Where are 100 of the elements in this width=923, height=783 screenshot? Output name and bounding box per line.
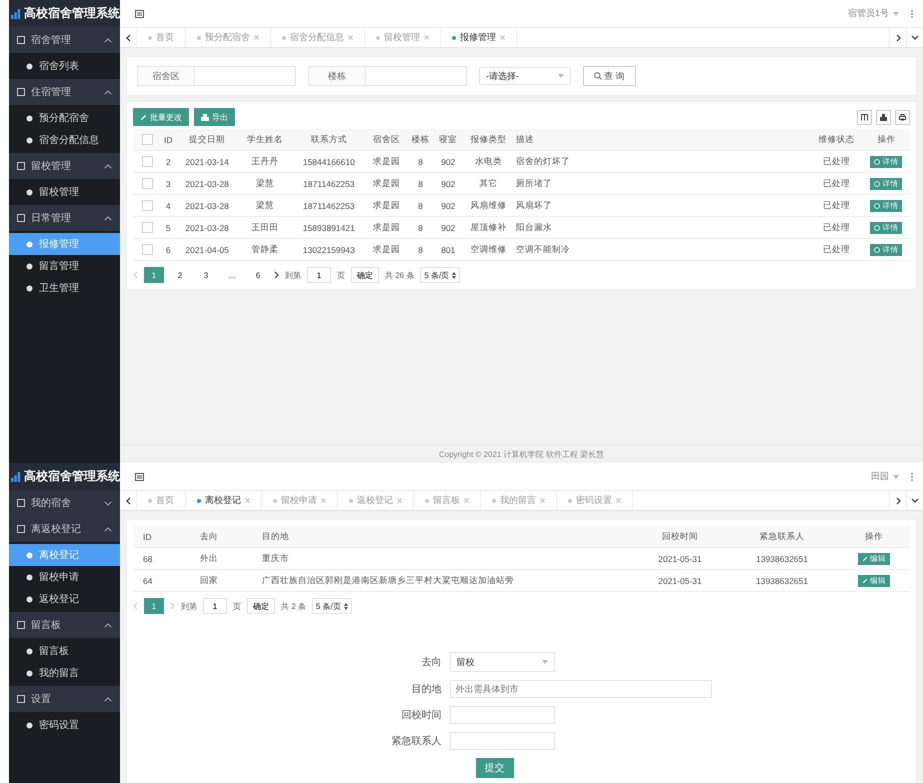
search-field[interactable]: 楼栋: [308, 66, 467, 86]
chevron-right-icon[interactable]: [896, 34, 900, 42]
column-header: ID: [161, 129, 176, 150]
table-cell: 风扇维修: [462, 194, 515, 216]
menu-group[interactable]: 我的宿舍: [9, 490, 120, 516]
input-field[interactable]: [450, 706, 554, 724]
menu-group[interactable]: 日常管理: [9, 205, 120, 231]
select-field[interactable]: 留校: [450, 652, 554, 672]
table-cell: 2021-05-31: [634, 570, 726, 591]
close-icon[interactable]: [245, 498, 250, 503]
checkbox[interactable]: [142, 222, 152, 234]
menu-group[interactable]: 留校管理: [9, 153, 120, 179]
close-icon[interactable]: [321, 498, 326, 503]
table-cell: 8: [406, 238, 434, 260]
checkbox[interactable]: [142, 134, 152, 146]
menu-item[interactable]: 留言管理: [9, 255, 120, 277]
tab[interactable]: 报修管理: [441, 28, 517, 47]
chevron-icon: [104, 622, 112, 628]
menu-item[interactable]: 我的留言: [9, 662, 120, 684]
user-name[interactable]: 田园: [871, 470, 889, 483]
checkbox[interactable]: [142, 156, 152, 168]
menu-item[interactable]: 返校登记: [9, 588, 120, 610]
menu-icon[interactable]: [135, 10, 144, 18]
confirm-button[interactable]: 确定: [351, 267, 379, 283]
menu-group[interactable]: 留言板: [9, 612, 120, 638]
menu-icon[interactable]: [135, 472, 144, 480]
menu-group[interactable]: 住宿管理: [9, 79, 120, 105]
menu-group[interactable]: 设置: [9, 686, 120, 712]
menu-item[interactable]: 留校申请: [9, 566, 120, 588]
close-icon[interactable]: [540, 498, 545, 503]
table-cell: 2021-03-28: [176, 172, 239, 194]
chevron-right-icon[interactable]: [274, 271, 279, 279]
table-cell: 已处理: [810, 150, 863, 172]
page-button[interactable]: 2: [170, 267, 190, 283]
column-header: ID: [133, 526, 199, 548]
close-icon[interactable]: [616, 498, 621, 503]
table-cell: 屋顶修补: [462, 216, 515, 238]
user-name[interactable]: 宿管员1号: [848, 7, 889, 20]
export-icon[interactable]: [876, 110, 891, 124]
chevron-left-icon[interactable]: [126, 496, 130, 504]
columns-icon[interactable]: [857, 110, 872, 124]
menu-item[interactable]: 留校管理: [9, 181, 120, 203]
page-size-select[interactable]: 5 条/页: [420, 267, 460, 283]
table-cell: 求是园: [366, 194, 407, 216]
search-button[interactable]: 查 询: [583, 66, 636, 86]
chevron-down-icon[interactable]: [911, 35, 919, 40]
menu-item[interactable]: 密码设置: [9, 714, 120, 736]
table-cell: 13022159943: [291, 238, 366, 260]
square-icon: [17, 621, 25, 629]
input-field[interactable]: [450, 732, 554, 750]
checkbox[interactable]: [142, 244, 152, 256]
chevron-right-icon[interactable]: [896, 496, 900, 504]
caret-icon[interactable]: [893, 474, 899, 478]
menu-item[interactable]: 宿舍列表: [9, 55, 120, 77]
export-icon: [201, 114, 209, 120]
checkbox[interactable]: [142, 200, 152, 212]
page-input[interactable]: 1: [307, 267, 331, 283]
pencil-icon: [140, 114, 147, 120]
page-button[interactable]: …: [222, 267, 242, 283]
close-icon[interactable]: [348, 35, 353, 40]
table-cell: 水电类: [462, 150, 515, 172]
menu-group[interactable]: 离返校登记: [9, 516, 120, 542]
page-button[interactable]: 6: [248, 267, 268, 283]
page-button[interactable]: 3: [196, 267, 216, 283]
close-icon[interactable]: [464, 498, 469, 503]
circle-icon: [26, 240, 33, 248]
chevron-down-icon[interactable]: [911, 498, 919, 503]
menu-item[interactable]: 预分配宿舍: [9, 107, 120, 129]
menu-group[interactable]: 宿舍管理: [9, 27, 120, 53]
circle-icon: [874, 224, 880, 230]
chevron-left-icon[interactable]: [126, 34, 130, 42]
column-header: 联系方式: [291, 129, 366, 150]
chevron-icon: [104, 526, 112, 532]
form-label: 回校时间: [400, 708, 442, 722]
table-cell: 其它: [462, 172, 515, 194]
table-cell: 13938632651: [726, 548, 838, 570]
tab[interactable]: 离校登记: [186, 491, 262, 510]
input-field[interactable]: 外出需具体到市: [450, 680, 712, 698]
menu-item[interactable]: 留言板: [9, 640, 120, 662]
close-icon[interactable]: [424, 35, 429, 40]
checkbox[interactable]: [142, 178, 152, 190]
close-icon[interactable]: [254, 35, 259, 40]
menu-item[interactable]: 卫生管理: [9, 277, 120, 299]
close-icon[interactable]: [500, 35, 505, 40]
print-icon[interactable]: [895, 110, 910, 124]
menu-item[interactable]: 宿舍分配信息: [9, 129, 120, 151]
table-cell: 厕所堵了: [514, 172, 810, 194]
form-label: 紧急联系人: [390, 734, 442, 748]
page-input[interactable]: 1: [203, 598, 227, 614]
close-icon[interactable]: [397, 498, 402, 503]
table-cell: 回家: [199, 570, 261, 591]
table-cell: 已处理: [810, 172, 863, 194]
select-field[interactable]: -请选择-: [479, 67, 571, 85]
page-size-select[interactable]: 5 条/页: [312, 598, 352, 614]
search-field[interactable]: 宿舍区: [137, 66, 296, 86]
caret-icon: [542, 660, 548, 664]
confirm-button[interactable]: 确定: [247, 598, 275, 614]
table-cell: 902: [434, 172, 462, 194]
caret-icon[interactable]: [893, 12, 899, 16]
circle-icon: [26, 284, 33, 292]
